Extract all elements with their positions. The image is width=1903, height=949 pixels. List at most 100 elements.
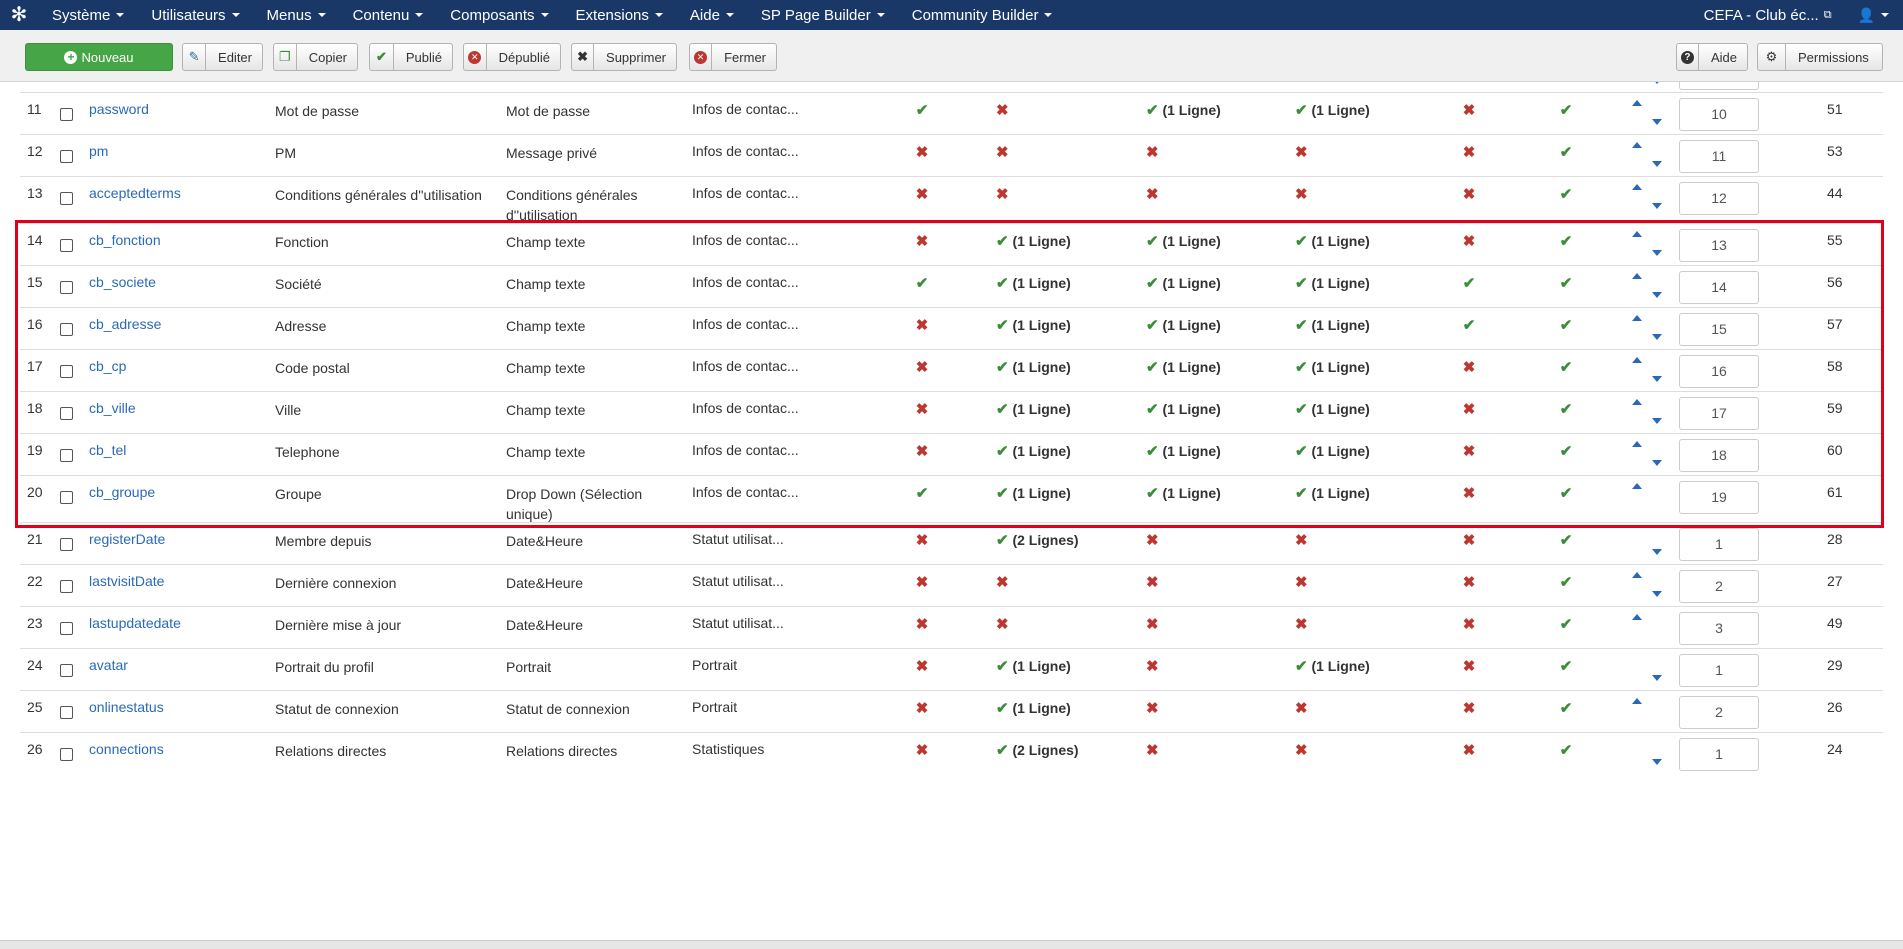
ordering-input[interactable]: 10 xyxy=(1679,98,1759,131)
order-up-icon[interactable] xyxy=(1632,273,1644,283)
field-flag[interactable]: ✖ xyxy=(1146,573,1266,591)
field-name-link[interactable]: password xyxy=(89,101,149,117)
field-flag[interactable]: ✖ xyxy=(1146,615,1266,633)
new-button[interactable]: + Nouveau xyxy=(25,43,173,71)
field-flag[interactable]: ✔ (1 Ligne) xyxy=(996,484,1116,502)
order-down-icon[interactable] xyxy=(1652,119,1664,129)
field-flag[interactable]: ✔ xyxy=(1553,615,1579,633)
field-flag[interactable]: ✖ xyxy=(1456,400,1482,418)
field-flag[interactable]: ✔ xyxy=(1553,185,1579,203)
field-flag[interactable]: ✔ (1 Ligne) xyxy=(996,232,1116,250)
ordering-input[interactable]: 2 xyxy=(1679,696,1759,729)
field-flag[interactable]: ✖ xyxy=(909,531,935,549)
order-up-icon[interactable] xyxy=(1632,441,1644,451)
field-flag[interactable]: ✔ (1 Ligne) xyxy=(1295,358,1415,376)
ordering-input[interactable]: 1 xyxy=(1679,738,1759,771)
field-flag[interactable]: ✔ xyxy=(1553,699,1579,717)
menu-sp-page-builder[interactable]: SP Page Builder xyxy=(747,0,898,30)
order-down-icon[interactable] xyxy=(1652,292,1664,302)
field-flag[interactable]: ✔ (1 Ligne) xyxy=(1295,101,1415,119)
field-name-link[interactable]: pm xyxy=(89,143,108,159)
field-flag[interactable]: ✖ xyxy=(996,573,1116,591)
field-flag[interactable]: ✖ xyxy=(909,699,935,717)
field-flag[interactable]: ✔ xyxy=(1553,316,1579,334)
field-flag[interactable]: ✔ (1 Ligne) xyxy=(996,442,1116,460)
field-flag[interactable]: ✖ xyxy=(909,442,935,460)
order-down-icon[interactable] xyxy=(1652,82,1664,88)
user-menu[interactable]: 👤 xyxy=(1846,7,1903,24)
field-flag[interactable]: ✔ (1 Ligne) xyxy=(996,699,1116,717)
edit-button[interactable]: ✎ Editer xyxy=(182,43,263,71)
field-flag[interactable]: ✖ xyxy=(909,657,935,675)
order-down-icon[interactable] xyxy=(1652,250,1664,260)
field-flag[interactable]: ✔ (1 Ligne) xyxy=(1146,442,1266,460)
row-checkbox[interactable] xyxy=(60,748,73,761)
row-checkbox[interactable] xyxy=(60,192,73,205)
field-flag[interactable]: ✔ xyxy=(909,484,935,502)
row-checkbox[interactable] xyxy=(60,108,73,121)
order-down-icon[interactable] xyxy=(1652,591,1664,601)
menu-utilisateurs[interactable]: Utilisateurs xyxy=(137,0,252,30)
field-name-link[interactable]: registerDate xyxy=(89,531,165,547)
joomla-icon[interactable]: ✻ xyxy=(0,0,38,30)
field-flag[interactable]: ✔ xyxy=(1553,573,1579,591)
field-name-link[interactable]: cb_cp xyxy=(89,358,126,374)
field-flag[interactable]: ✖ xyxy=(909,316,935,334)
ordering-input[interactable]: 18 xyxy=(1679,439,1759,472)
field-name-link[interactable]: cb_groupe xyxy=(89,484,155,500)
field-flag[interactable]: ✖ xyxy=(996,185,1116,203)
field-flag[interactable]: ✖ xyxy=(1456,657,1482,675)
field-flag[interactable]: ✔ (1 Ligne) xyxy=(996,358,1116,376)
field-flag[interactable]: ✖ xyxy=(1456,573,1482,591)
field-flag[interactable]: ✖ xyxy=(1456,101,1482,119)
order-down-icon[interactable] xyxy=(1652,376,1664,386)
field-flag[interactable]: ✖ xyxy=(1456,185,1482,203)
field-flag[interactable]: ✔ xyxy=(1553,143,1579,161)
help-button[interactable]: ? Aide xyxy=(1676,43,1748,71)
ordering-input[interactable]: 16 xyxy=(1679,355,1759,388)
field-flag[interactable]: ✔ (1 Ligne) xyxy=(1146,274,1266,292)
field-flag[interactable]: ✖ xyxy=(1456,358,1482,376)
field-flag[interactable]: ✖ xyxy=(1146,185,1266,203)
copy-button[interactable]: ❐ Copier xyxy=(273,43,358,71)
close-button[interactable]: ✕ Fermer xyxy=(689,43,777,71)
order-up-icon[interactable] xyxy=(1632,184,1644,194)
field-name-link[interactable]: cb_societe xyxy=(89,274,156,290)
field-flag[interactable]: ✔ (1 Ligne) xyxy=(1295,232,1415,250)
order-down-icon[interactable] xyxy=(1652,675,1664,685)
field-flag[interactable]: ✖ xyxy=(1456,484,1482,502)
field-name-link[interactable]: cb_ville xyxy=(89,400,136,416)
field-name-link[interactable]: cb_tel xyxy=(89,442,126,458)
field-flag[interactable]: ✔ (1 Ligne) xyxy=(1295,657,1415,675)
field-name-link[interactable]: onlinestatus xyxy=(89,699,164,715)
order-up-icon[interactable] xyxy=(1632,100,1644,110)
menu-extensions[interactable]: Extensions xyxy=(562,0,676,30)
field-flag[interactable]: ✖ xyxy=(1295,573,1415,591)
ordering-input[interactable]: 1 xyxy=(1679,528,1759,561)
field-flag[interactable]: ✖ xyxy=(1295,741,1415,759)
field-flag[interactable]: ✔ (2 Lignes) xyxy=(996,531,1116,549)
ordering-input[interactable]: 19 xyxy=(1679,481,1759,514)
row-checkbox[interactable] xyxy=(60,150,73,163)
field-flag[interactable]: ✔ xyxy=(909,101,935,119)
field-flag[interactable]: ✔ (1 Ligne) xyxy=(1295,442,1415,460)
field-flag[interactable]: ✔ xyxy=(1456,274,1482,292)
field-flag[interactable]: ✖ xyxy=(996,615,1116,633)
field-flag[interactable]: ✔ (1 Ligne) xyxy=(1295,274,1415,292)
order-up-icon[interactable] xyxy=(1632,483,1644,493)
menu-menus[interactable]: Menus xyxy=(253,0,339,30)
field-flag[interactable]: ✖ xyxy=(996,143,1116,161)
field-name-link[interactable]: cb_adresse xyxy=(89,316,161,332)
publish-button[interactable]: ✔ Publié xyxy=(369,43,453,71)
field-flag[interactable]: ✖ xyxy=(909,741,935,759)
field-flag[interactable]: ✔ xyxy=(1456,316,1482,334)
permissions-button[interactable]: ⚙ Permissions xyxy=(1757,43,1883,71)
field-name-link[interactable]: connections xyxy=(89,741,164,757)
row-checkbox[interactable] xyxy=(60,538,73,551)
order-down-icon[interactable] xyxy=(1652,759,1664,769)
field-flag[interactable]: ✖ xyxy=(909,185,935,203)
field-flag[interactable]: ✔ xyxy=(1553,741,1579,759)
row-checkbox[interactable] xyxy=(60,281,73,294)
field-flag[interactable]: ✖ xyxy=(1456,699,1482,717)
row-checkbox[interactable] xyxy=(60,449,73,462)
